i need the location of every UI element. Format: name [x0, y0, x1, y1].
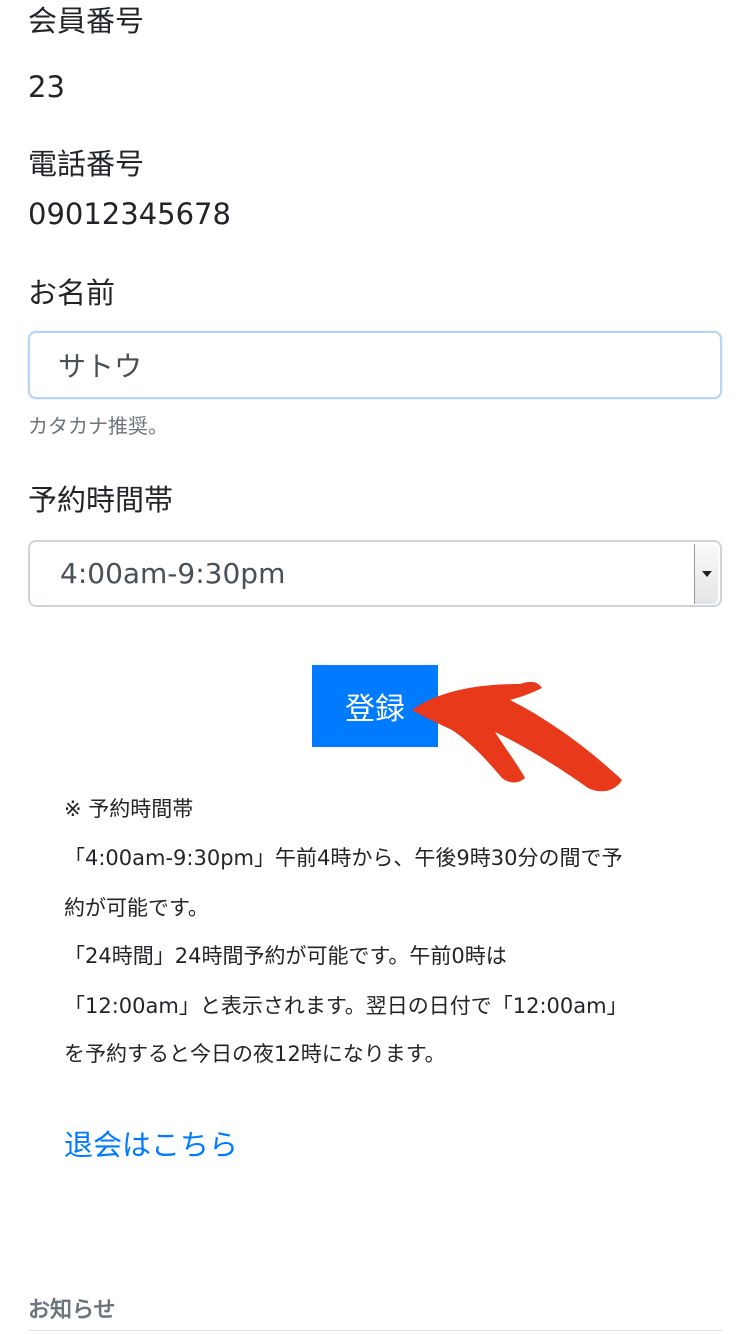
notice-heading: お知らせ [28, 1298, 116, 1323]
note-line-1: ※ 予約時間帯 [64, 797, 194, 821]
note-line-2: 「4:00am-9:30pm」午前4時から、午後9時30分の間で予 [64, 846, 623, 870]
member-number-value: 23 [28, 70, 65, 104]
note-line-6: を予約すると今日の夜12時になります。 [64, 1042, 446, 1066]
timeslot-label: 予約時間帯 [28, 483, 174, 517]
timeslot-select[interactable]: 4:00am-9:30pm [28, 540, 722, 607]
name-input[interactable]: サトウ [28, 331, 722, 399]
timeslot-selected-value: 4:00am-9:30pm [60, 557, 286, 590]
withdraw-link[interactable]: 退会はこちら [64, 1131, 238, 1160]
member-number-label: 会員番号 [28, 4, 145, 38]
phone-label: 電話番号 [28, 147, 145, 181]
page: 会員番号 23 電話番号 09012345678 お名前 サトウ カタカナ推奨。… [0, 0, 750, 1334]
divider [28, 1330, 722, 1331]
note-line-5: 「12:00am」と表示されます。翌日の日付で「12:00am」 [64, 994, 628, 1018]
red-arrow-icon [412, 681, 622, 792]
note-line-4: 「24時間」24時間予約が可能です。午前0時は [64, 944, 507, 968]
note-line-3: 約が可能です。 [64, 896, 209, 920]
phone-value: 09012345678 [28, 197, 231, 231]
name-input-value: サトウ [58, 350, 143, 383]
name-label: お名前 [28, 276, 116, 310]
chevron-down-icon[interactable] [694, 544, 718, 604]
name-help-text: カタカナ推奨。 [28, 414, 168, 438]
